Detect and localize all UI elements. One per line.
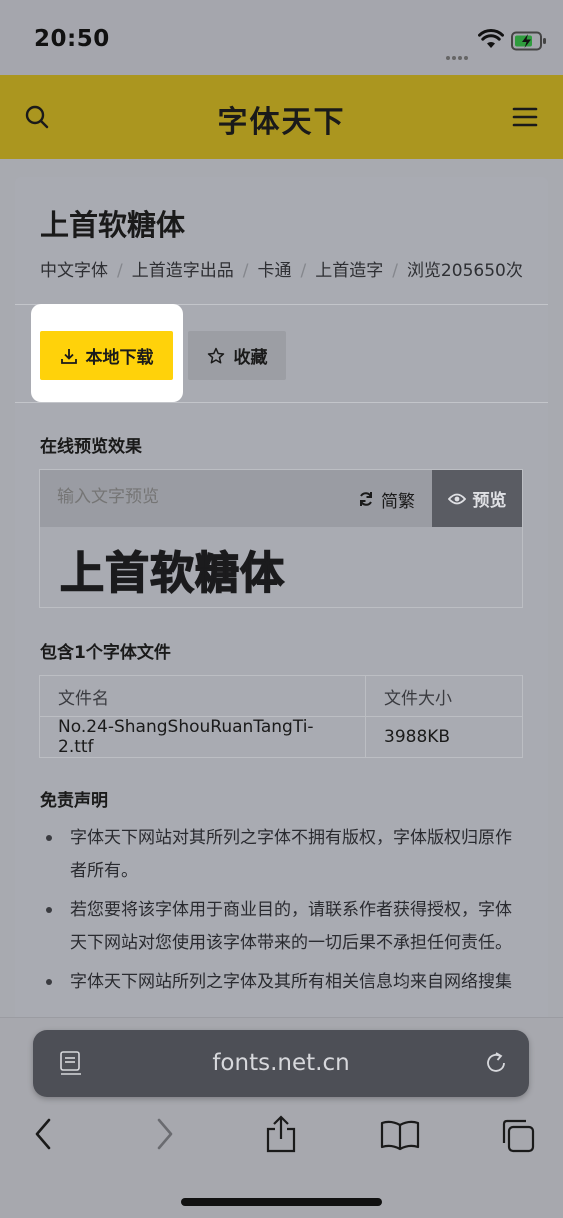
wifi-icon — [478, 29, 504, 48]
eye-icon — [447, 493, 466, 504]
files-heading: 包含1个字体文件 — [40, 643, 171, 663]
list-item: 字体天下网站所列之字体及其所有相关信息均来自网络搜集 — [44, 966, 524, 999]
disclaimer-list: 字体天下网站对其所列之字体不拥有版权，字体版权归原作者所有。 若您要将该字体用于… — [44, 822, 524, 1005]
favorite-label: 收藏 — [233, 348, 268, 368]
back-icon[interactable] — [33, 1118, 53, 1150]
simplified-traditional-toggle[interactable]: 简繁 — [358, 486, 415, 512]
refresh-icon — [360, 492, 372, 506]
breadcrumb-category[interactable]: 中文字体 — [40, 261, 108, 281]
share-icon[interactable] — [264, 1115, 298, 1153]
preview-panel: 简繁 预览 上首软糖体 — [39, 469, 523, 608]
address-bar[interactable]: fonts.net.cn — [33, 1030, 529, 1097]
download-label: 本地下载 — [85, 348, 154, 368]
column-header-filename: 文件名 — [39, 675, 366, 717]
battery-charging-icon — [511, 31, 546, 51]
divider — [15, 402, 548, 403]
disclaimer-heading: 免责声明 — [40, 791, 108, 811]
breadcrumb: 中文字体 / 上首造字出品 / 卡通 / 上首造字 / 浏览205650次 — [40, 261, 523, 281]
url-text[interactable]: fonts.net.cn — [33, 1050, 529, 1076]
star-icon — [207, 347, 224, 363]
file-size-cell: 3988KB — [365, 716, 523, 758]
home-indicator — [181, 1198, 382, 1206]
preview-text-input[interactable] — [57, 487, 337, 507]
site-logo[interactable]: 字体天下 — [0, 97, 563, 141]
preview-heading: 在线预览效果 — [40, 437, 142, 457]
tabs-icon[interactable] — [500, 1118, 536, 1154]
font-preview-sample: 上首软糖体 — [59, 547, 285, 600]
status-bar: 20:50 — [0, 0, 563, 75]
bookmarks-icon[interactable] — [380, 1119, 420, 1151]
site-header: 字体天下 — [0, 75, 563, 159]
breadcrumb-publisher[interactable]: 上首造字出品 — [132, 261, 234, 281]
view-count: 浏览205650次 — [406, 261, 523, 281]
reload-icon[interactable] — [483, 1050, 509, 1076]
menu-icon[interactable] — [512, 106, 538, 128]
preview-label: 预览 — [472, 491, 507, 511]
table-header-row: 文件名 文件大小 — [39, 675, 523, 717]
download-icon — [60, 348, 77, 364]
breadcrumb-author[interactable]: 上首造字 — [315, 261, 383, 281]
cellular-signal-icon — [446, 45, 472, 60]
favorite-button[interactable]: 收藏 — [188, 331, 286, 380]
convert-label: 简繁 — [381, 491, 415, 512]
font-files-table: 文件名 文件大小 No.24-ShangShouRuanTangTi-2.ttf… — [39, 675, 523, 758]
status-time: 20:50 — [34, 26, 110, 52]
file-name-cell: No.24-ShangShouRuanTangTi-2.ttf — [39, 716, 366, 758]
breadcrumb-style[interactable]: 卡通 — [257, 261, 291, 281]
list-item: 若您要将该字体用于商业目的，请联系作者获得授权，字体天下网站对您使用该字体带来的… — [44, 894, 524, 960]
font-title: 上首软糖体 — [40, 208, 186, 242]
screen: 20:50 字体天下 上首软糖体 中文字体 / 上首造字出品 / 卡通 / 上首… — [0, 0, 563, 1218]
column-header-filesize: 文件大小 — [365, 675, 523, 717]
list-item: 字体天下网站对其所列之字体不拥有版权，字体版权归原作者所有。 — [44, 822, 524, 888]
local-download-button[interactable]: 本地下载 — [40, 331, 173, 380]
table-row: No.24-ShangShouRuanTangTi-2.ttf 3988KB — [39, 716, 523, 758]
preview-button[interactable]: 预览 — [432, 470, 522, 527]
browser-toolbar: fonts.net.cn — [0, 1017, 563, 1218]
forward-icon[interactable] — [155, 1118, 175, 1150]
preview-toolbar: 简繁 预览 — [40, 470, 522, 527]
